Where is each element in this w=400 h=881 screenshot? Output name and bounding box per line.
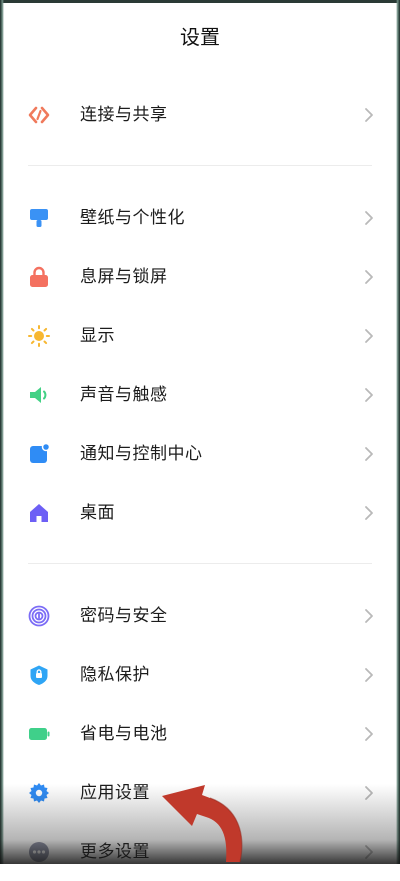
more-icon: [29, 842, 49, 862]
settings-item-privacy[interactable]: 隐私保护: [0, 646, 400, 704]
settings-item-label: 省电与电池: [80, 724, 168, 744]
settings-item-label: 桌面: [80, 503, 115, 523]
chevron-right-icon: [365, 609, 373, 623]
chevron-right-icon: [365, 447, 373, 461]
chevron-right-icon: [365, 270, 373, 284]
chevron-right-icon: [365, 668, 373, 682]
settings-item-connect[interactable]: 连接与共享: [0, 86, 400, 144]
speaker-icon: [30, 387, 47, 403]
gear-icon: [29, 783, 49, 803]
sun-icon: [28, 325, 50, 347]
paintbrush-icon: [30, 209, 48, 227]
battery-icon: [29, 728, 50, 740]
chevron-right-icon: [365, 211, 373, 225]
lock-icon: [30, 266, 48, 287]
settings-item-password[interactable]: 密码与安全: [0, 587, 400, 645]
chevron-right-icon: [365, 108, 373, 122]
settings-item-sound[interactable]: 声音与触感: [0, 366, 400, 424]
section-divider: [28, 563, 372, 564]
page-title: 设置: [180, 25, 220, 49]
home-icon: [30, 504, 48, 522]
shield-icon: [30, 665, 48, 685]
settings-item-display[interactable]: 显示: [0, 307, 400, 365]
settings-item-label: 息屏与锁屏: [80, 267, 168, 287]
connect-icon: [28, 106, 50, 124]
settings-item-wallpaper[interactable]: 壁纸与个性化: [0, 189, 400, 247]
settings-item-battery[interactable]: 省电与电池: [0, 705, 400, 763]
chevron-right-icon: [365, 727, 373, 741]
notification-icon: [30, 443, 50, 463]
settings-item-label: 通知与控制中心: [80, 444, 203, 464]
settings-item-label: 壁纸与个性化: [80, 208, 185, 228]
chevron-right-icon: [365, 506, 373, 520]
settings-item-lock-screen[interactable]: 息屏与锁屏: [0, 248, 400, 306]
settings-item-label: 声音与触感: [80, 385, 168, 405]
settings-item-label: 更多设置: [80, 842, 150, 862]
chevron-right-icon: [365, 388, 373, 402]
settings-item-label: 应用设置: [80, 783, 150, 803]
settings-item-label: 隐私保护: [80, 665, 150, 685]
settings-item-label: 密码与安全: [80, 606, 168, 626]
fingerprint-icon: [28, 605, 50, 627]
settings-item-notifications[interactable]: 通知与控制中心: [0, 425, 400, 483]
settings-item-label: 显示: [80, 326, 115, 346]
settings-item-desktop[interactable]: 桌面: [0, 484, 400, 542]
settings-item-label: 连接与共享: [80, 105, 168, 125]
chevron-right-icon: [365, 786, 373, 800]
chevron-right-icon: [365, 329, 373, 343]
section-divider: [28, 165, 372, 166]
curved-arrow-icon: [162, 785, 243, 863]
header: 设置: [0, 0, 400, 68]
chevron-right-icon: [365, 845, 373, 859]
